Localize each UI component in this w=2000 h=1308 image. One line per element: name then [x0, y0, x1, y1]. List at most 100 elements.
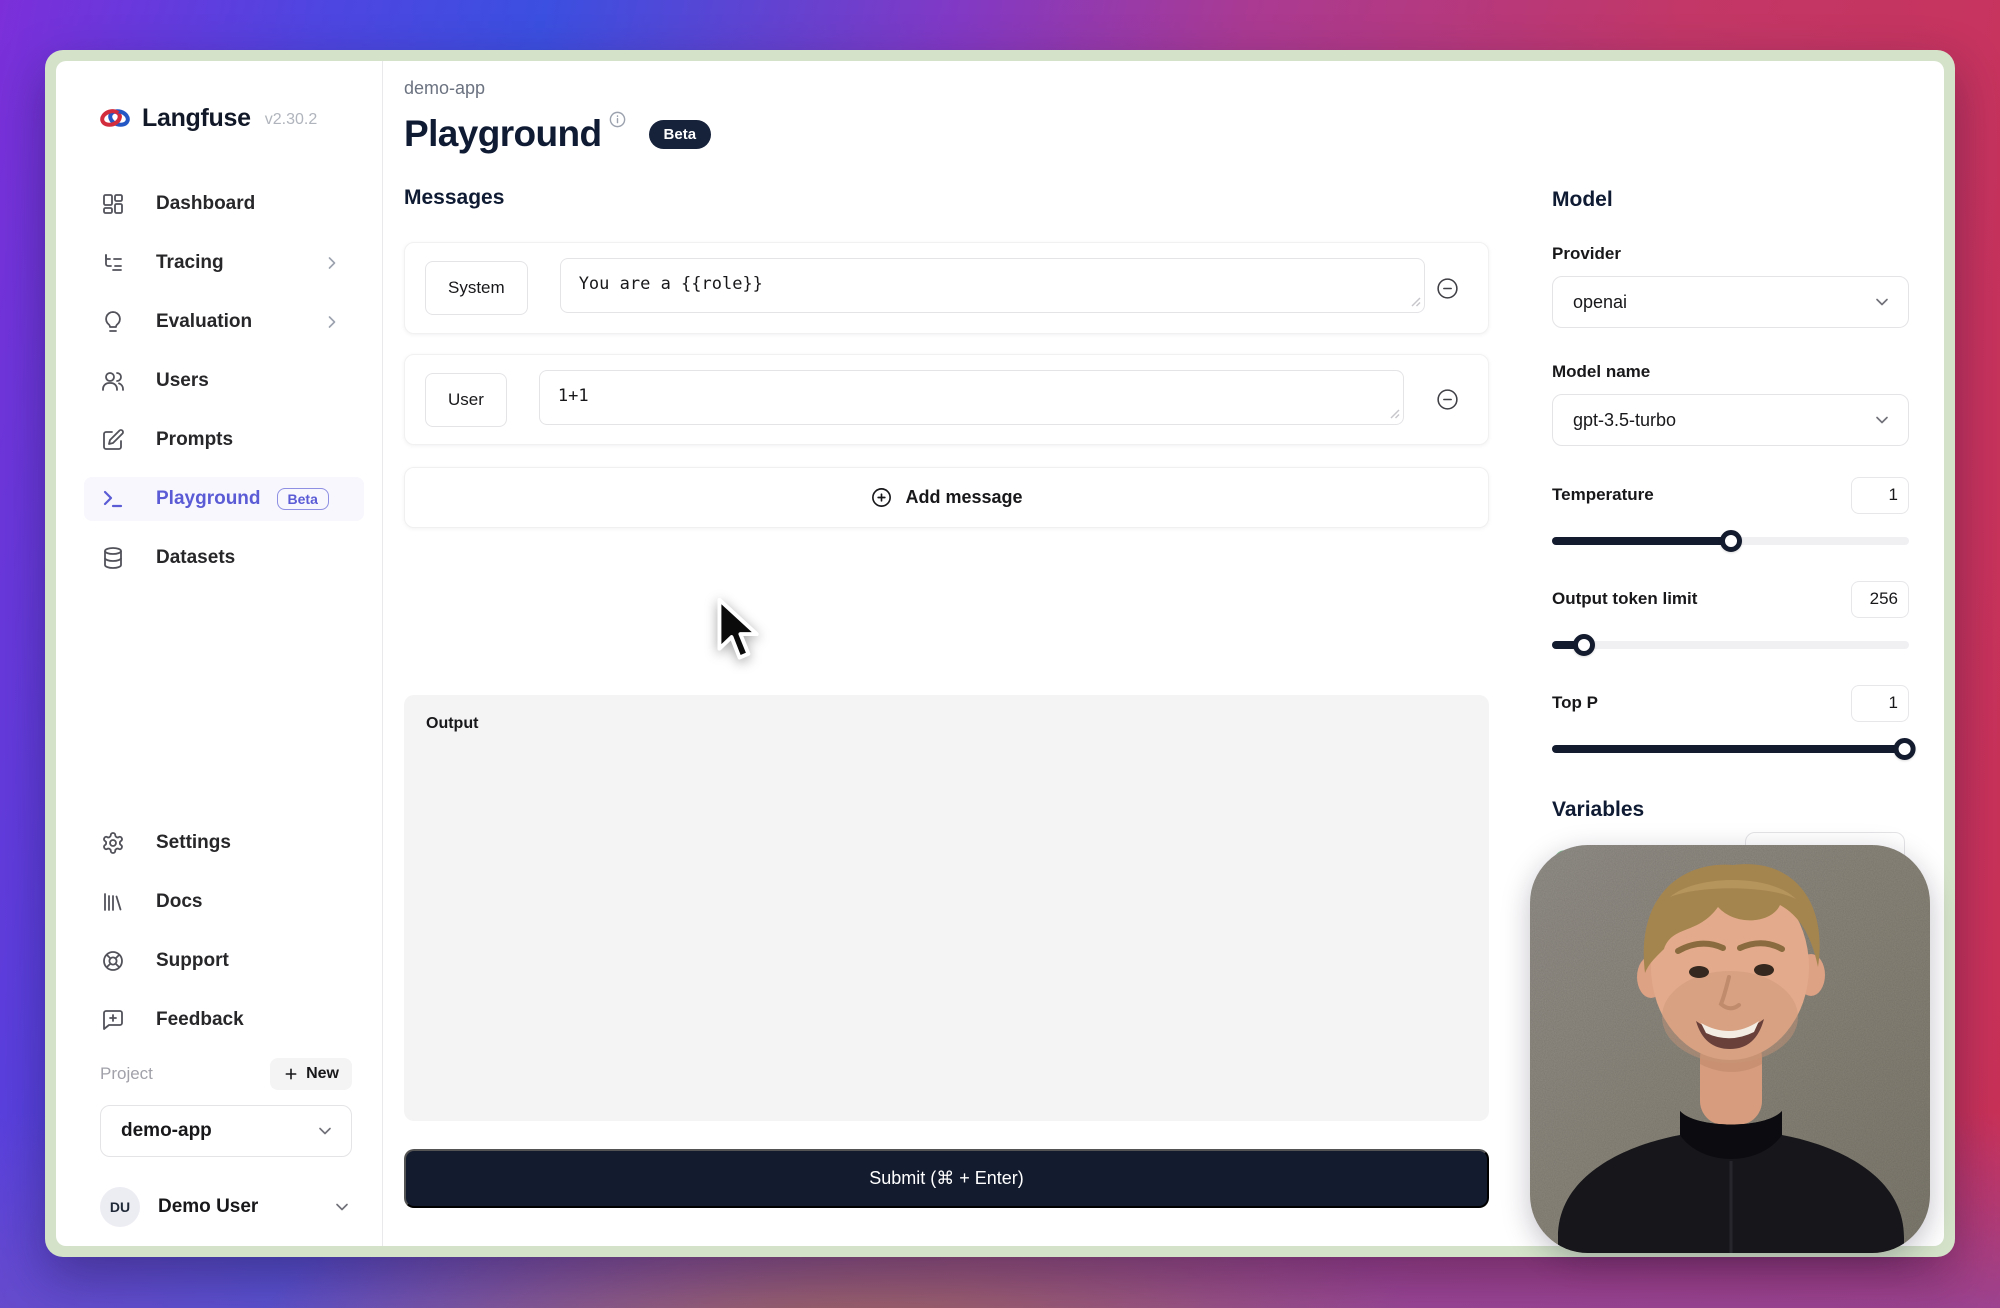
top-p-label: Top P [1552, 693, 1598, 713]
sidebar-item-label: Settings [156, 832, 231, 854]
sidebar-item-tracing[interactable]: Tracing [100, 241, 352, 285]
sidebar-item-docs[interactable]: Docs [100, 880, 352, 924]
edit-icon [100, 427, 126, 453]
new-project-label: New [306, 1065, 339, 1083]
dashboard-icon [100, 191, 126, 217]
output-token-limit-row: Output token limit 256 [1552, 580, 1909, 618]
sidebar-footer: Settings Docs Support [100, 821, 352, 1231]
temperature-label: Temperature [1552, 485, 1654, 505]
provider-select-value: openai [1573, 292, 1627, 313]
remove-message-button[interactable] [1435, 387, 1460, 412]
top-p-slider[interactable] [1552, 736, 1909, 762]
slider-track [1552, 641, 1909, 649]
sidebar-item-feedback[interactable]: Feedback [100, 998, 352, 1042]
temperature-slider[interactable] [1552, 528, 1909, 554]
sidebar-item-prompts[interactable]: Prompts [100, 418, 352, 462]
resize-handle[interactable] [1410, 294, 1421, 312]
page-header: Playground Beta [404, 112, 1489, 156]
model-heading: Model [1552, 188, 1909, 216]
model-panel: Model Provider openai Model name gpt-3.5… [1552, 61, 1909, 873]
message-content-input[interactable]: 1+1 [539, 370, 1404, 425]
temperature-row: Temperature 1 [1552, 476, 1909, 514]
sidebar-item-label: Prompts [156, 429, 233, 451]
output-label: Output [426, 715, 478, 732]
database-icon [100, 545, 126, 571]
sidebar-item-label: Datasets [156, 547, 235, 569]
langfuse-logo-icon [100, 103, 130, 133]
beta-badge: Beta [649, 120, 712, 149]
slider-fill [1552, 641, 1584, 649]
slider-track [1552, 537, 1909, 545]
top-p-row: Top P 1 [1552, 684, 1909, 722]
sidebar-item-users[interactable]: Users [100, 359, 352, 403]
sidebar-spacer [100, 595, 352, 821]
sidebar-item-label: Support [156, 950, 229, 972]
slider-fill [1552, 745, 1909, 753]
page-title: Playground [404, 112, 602, 156]
users-icon [100, 368, 126, 394]
message-input-wrap: 1+1 [539, 370, 1404, 430]
model-name-label: Model name [1552, 362, 1909, 384]
output-panel: Output [404, 695, 1489, 1121]
library-icon [100, 889, 126, 915]
messages-heading: Messages [404, 186, 1489, 212]
sidebar-item-dashboard[interactable]: Dashboard [100, 182, 352, 226]
tracing-icon [100, 250, 126, 276]
add-message-label: Add message [905, 487, 1022, 508]
sidebar-item-support[interactable]: Support [100, 939, 352, 983]
terminal-icon [100, 486, 126, 512]
slider-thumb[interactable] [1720, 530, 1742, 552]
variables-heading: Variables [1552, 798, 1909, 826]
submit-button[interactable]: Submit (⌘ + Enter) [404, 1149, 1489, 1208]
user-menu[interactable]: DU Demo User [100, 1183, 352, 1231]
lifebuoy-icon [100, 948, 126, 974]
slider-fill [1552, 537, 1731, 545]
sidebar-item-settings[interactable]: Settings [100, 821, 352, 865]
mouse-cursor [714, 598, 764, 667]
role-selector-button[interactable]: User [425, 373, 507, 427]
message-plus-icon [100, 1007, 126, 1033]
slider-thumb[interactable] [1573, 634, 1595, 656]
brand-version: v2.30.2 [265, 111, 317, 129]
project-label: Project [100, 1064, 153, 1084]
sidebar-item-label: Playground [156, 488, 261, 510]
project-select[interactable]: demo-app [100, 1105, 352, 1157]
gear-icon [100, 830, 126, 856]
info-icon[interactable] [608, 110, 627, 134]
sidebar-item-label: Docs [156, 891, 202, 913]
breadcrumb[interactable]: demo-app [404, 78, 1489, 100]
chevron-right-icon [322, 253, 342, 273]
output-token-limit-slider[interactable] [1552, 632, 1909, 658]
webcam-overlay [1530, 845, 1930, 1253]
lightbulb-icon [100, 309, 126, 335]
provider-select[interactable]: openai [1552, 276, 1909, 328]
provider-label: Provider [1552, 244, 1909, 266]
output-token-limit-value[interactable]: 256 [1851, 581, 1909, 618]
main-column: demo-app Playground Beta Messages System… [404, 61, 1489, 1208]
add-message-button[interactable]: Add message [404, 467, 1489, 528]
chevron-right-icon [322, 312, 342, 332]
temperature-value[interactable]: 1 [1851, 477, 1909, 514]
message-content-input[interactable]: You are a {{role}} [560, 258, 1425, 313]
webcam-video [1530, 845, 1930, 1253]
project-select-value: demo-app [121, 1120, 212, 1142]
chevron-down-icon [1872, 292, 1892, 312]
chevron-down-icon [1872, 410, 1892, 430]
resize-handle[interactable] [1389, 406, 1400, 424]
beta-badge-outline: Beta [277, 488, 329, 510]
role-selector-button[interactable]: System [425, 261, 528, 315]
top-p-value[interactable]: 1 [1851, 685, 1909, 722]
chevron-down-icon [315, 1121, 335, 1141]
remove-message-button[interactable] [1435, 276, 1460, 301]
plus-circle-icon [870, 486, 893, 509]
sidebar-item-playground[interactable]: Playground Beta [84, 477, 364, 521]
avatar: DU [100, 1187, 140, 1227]
slider-thumb[interactable] [1894, 738, 1916, 760]
new-project-button[interactable]: New [270, 1058, 352, 1090]
sidebar-item-datasets[interactable]: Datasets [100, 536, 352, 580]
model-name-select[interactable]: gpt-3.5-turbo [1552, 394, 1909, 446]
model-name-select-value: gpt-3.5-turbo [1573, 410, 1676, 431]
slider-track [1552, 745, 1909, 753]
sidebar-item-label: Dashboard [156, 193, 255, 215]
sidebar-item-evaluation[interactable]: Evaluation [100, 300, 352, 344]
